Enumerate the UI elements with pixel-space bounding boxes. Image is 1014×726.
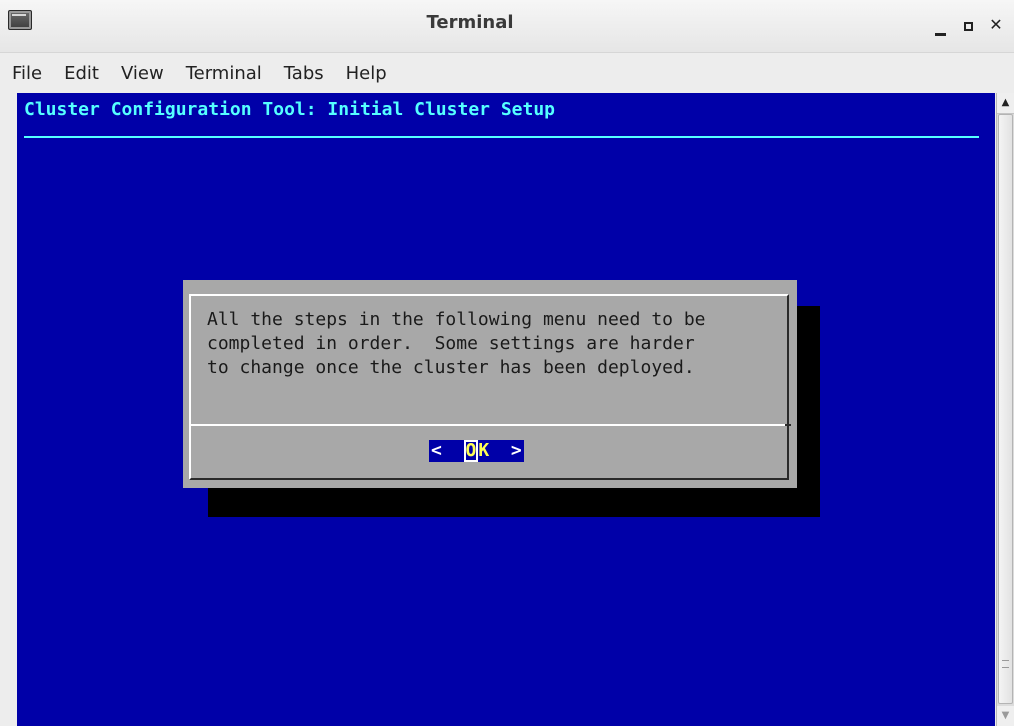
menu-help[interactable]: Help <box>346 63 387 84</box>
window-controls <box>928 14 1008 36</box>
scroll-thumb[interactable] <box>998 114 1013 704</box>
dialog-message: All the steps in the following menu need… <box>207 308 706 380</box>
menu-edit[interactable]: Edit <box>64 63 99 84</box>
arrow-up-icon[interactable]: ▲ <box>997 93 1014 114</box>
ok-bracket-left: < <box>431 440 442 461</box>
window-title: Terminal <box>426 12 514 33</box>
ok-label-rest: K <box>478 440 490 461</box>
terminal-window: Terminal File Edit View Terminal Tabs He… <box>0 0 1014 726</box>
close-icon[interactable] <box>984 14 1008 36</box>
menu-bar: File Edit View Terminal Tabs Help <box>0 56 1014 90</box>
ok-button[interactable]: < OK > <box>429 440 524 462</box>
menu-view[interactable]: View <box>121 63 164 84</box>
ok-hotkey-cursor: O <box>463 440 479 462</box>
arrow-down-icon[interactable]: ▼ <box>997 706 1014 726</box>
menu-terminal[interactable]: Terminal <box>186 63 262 84</box>
message-dialog: All the steps in the following menu need… <box>183 280 797 488</box>
dialog-line: to change once the cluster has been depl… <box>207 357 695 378</box>
terminal-screen[interactable]: Cluster Configuration Tool: Initial Clus… <box>17 93 995 726</box>
vertical-scrollbar[interactable]: ▲ ▼ <box>996 93 1014 726</box>
menu-tabs[interactable]: Tabs <box>284 63 324 84</box>
maximize-icon[interactable] <box>956 14 980 36</box>
title-bar[interactable]: Terminal <box>0 0 1014 53</box>
dialog-separator <box>191 424 791 426</box>
menu-file[interactable]: File <box>12 63 42 84</box>
heading-divider <box>24 136 979 138</box>
dialog-line: All the steps in the following menu need… <box>207 309 706 330</box>
screen-heading: Cluster Configuration Tool: Initial Clus… <box>24 99 556 120</box>
dialog-line: completed in order. Some settings are ha… <box>207 333 695 354</box>
ok-bracket-right: > <box>510 440 522 461</box>
minimize-icon[interactable] <box>928 14 952 36</box>
